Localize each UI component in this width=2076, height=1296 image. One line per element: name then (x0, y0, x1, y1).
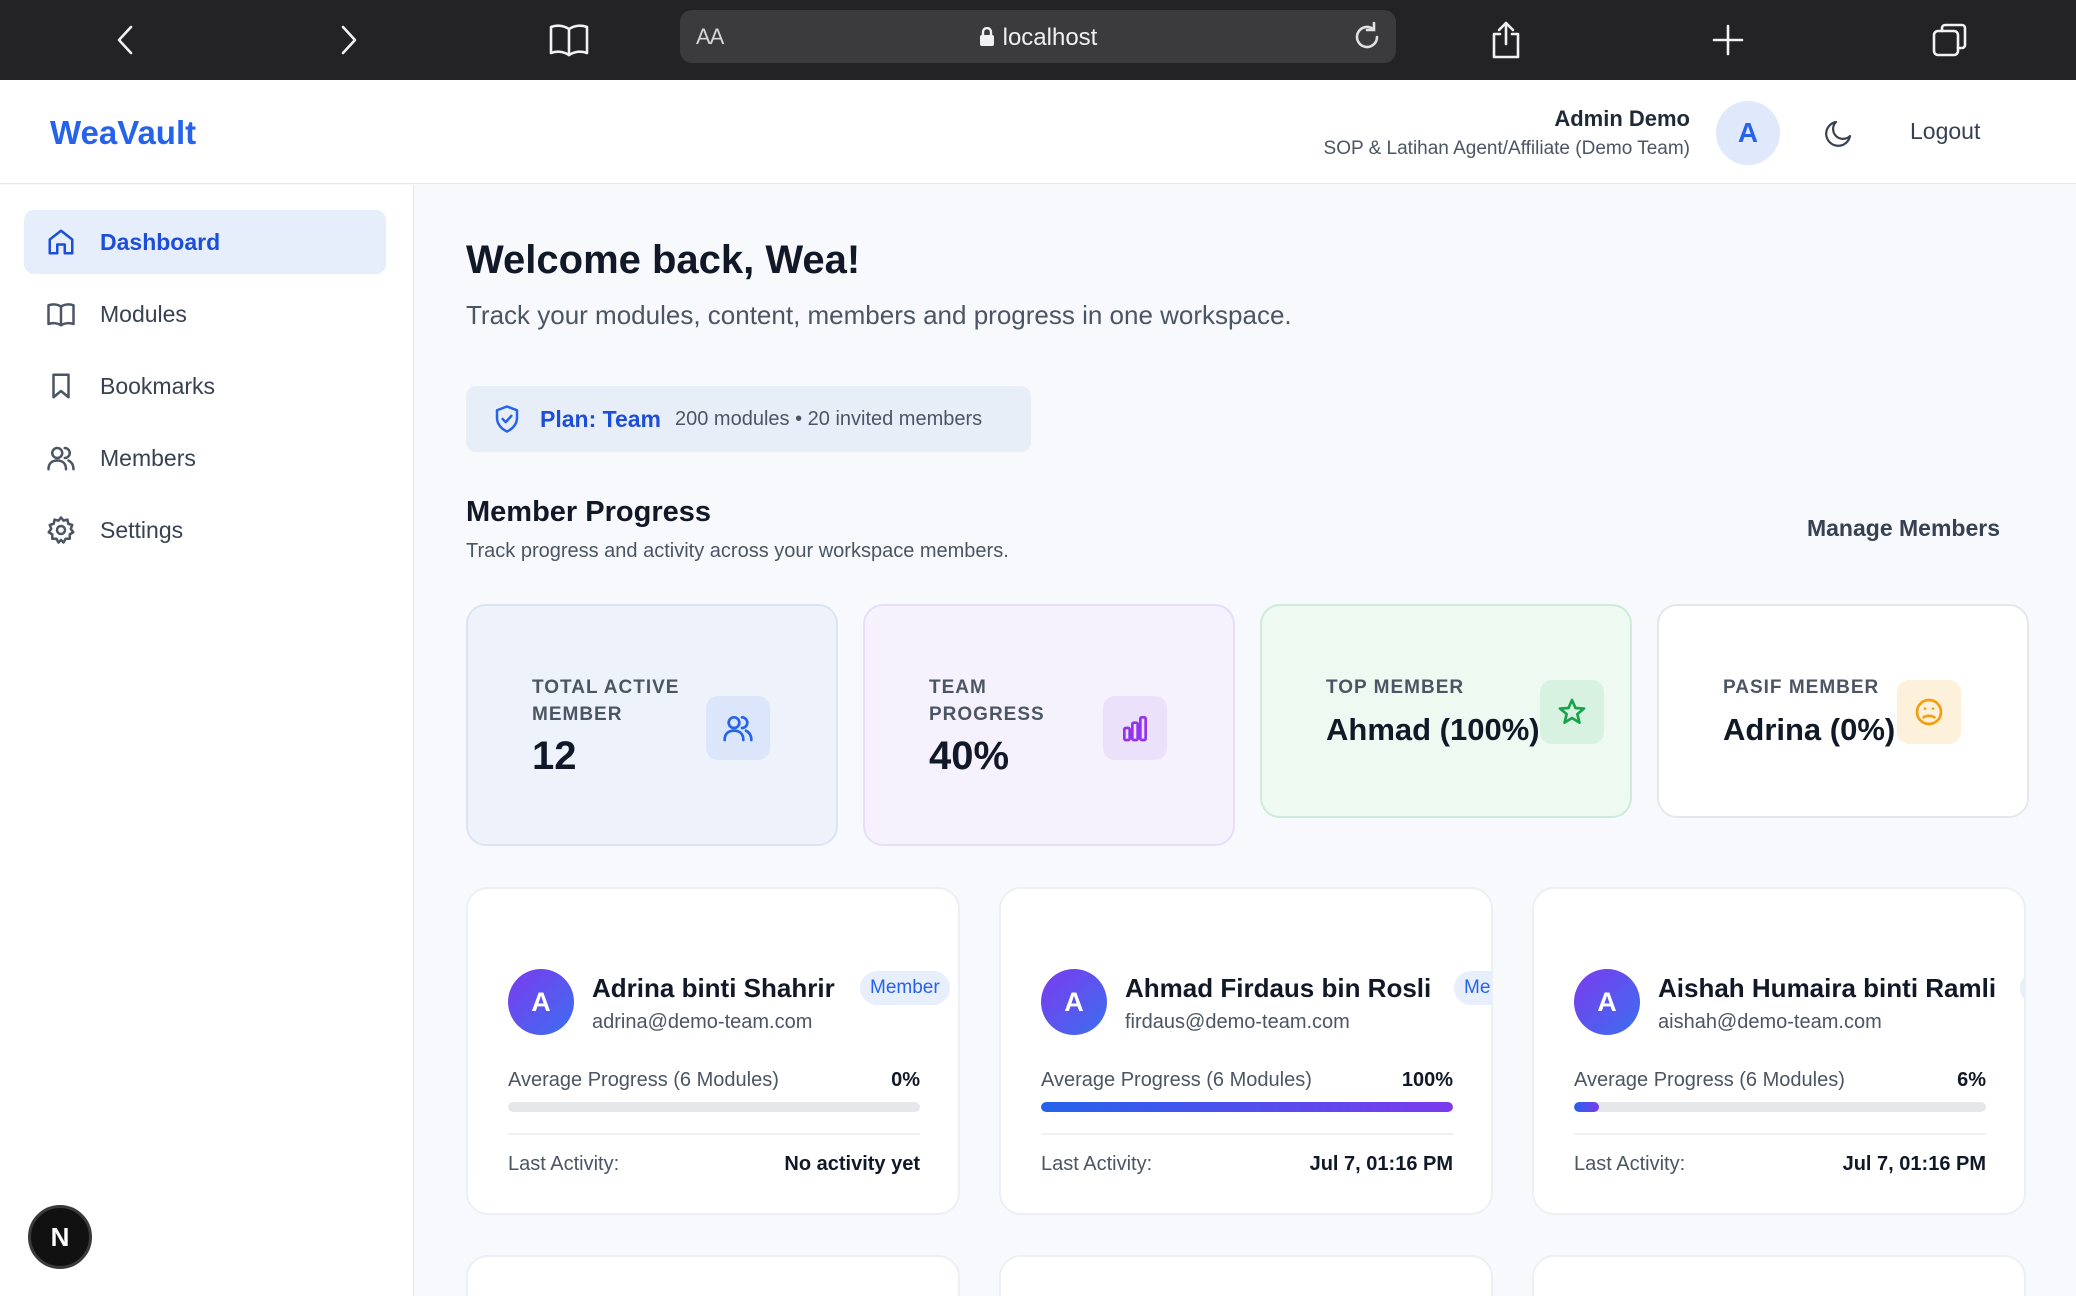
sidebar: Dashboard Modules Bookmarks Members Sett… (0, 185, 414, 1296)
stat-label: Top Member (1326, 677, 1465, 698)
stat-value: Ahmad (100%) (1326, 712, 1540, 747)
url-host-text: localhost (1002, 24, 1098, 51)
sidebar-item-modules[interactable]: Modules (24, 282, 386, 346)
member-email: adrina@demo-team.com (592, 1011, 813, 1033)
progress-value: 0% (891, 1069, 920, 1091)
tabs-overview-icon[interactable] (1928, 18, 1972, 62)
users-icon (47, 446, 75, 471)
progress-bar (1574, 1102, 1986, 1112)
share-icon[interactable] (1484, 18, 1528, 62)
bookmark-icon (52, 373, 70, 399)
sidebar-item-members[interactable]: Members (24, 426, 386, 490)
users-icon (706, 696, 770, 760)
sidebar-item-label: Modules (100, 300, 187, 327)
plan-badge: Plan: Team 200 modules • 20 invited memb… (466, 386, 1031, 452)
manage-members-button[interactable]: Manage Members (1780, 515, 2000, 542)
role-badge: Member (860, 971, 950, 1005)
plan-label: Plan: Team (540, 405, 661, 432)
divider (1041, 1133, 1453, 1135)
gear-icon (47, 516, 75, 544)
member-name: Aishah Humaira binti Ramli (1658, 973, 1997, 1003)
progress-bar (508, 1102, 920, 1112)
progress-fill (1574, 1102, 1599, 1112)
logout-button[interactable]: Logout (1910, 118, 2040, 145)
avatar: A (1041, 969, 1107, 1035)
browser-toolbar: AA localhost (0, 0, 2076, 80)
last-activity-label: Last Activity: (1041, 1153, 1153, 1175)
divider (1574, 1133, 1986, 1135)
divider (508, 1133, 920, 1135)
last-activity-value: No activity yet (784, 1153, 920, 1175)
progress-value: 6% (1957, 1069, 1986, 1091)
user-role: SOP & Latihan Agent/Affiliate (Demo Team… (1323, 138, 1690, 159)
bar-chart-icon (1103, 696, 1167, 760)
plan-description: 200 modules • 20 invited members (675, 407, 983, 430)
stat-card-team-progress: Team Progress 40% (863, 604, 1235, 846)
new-tab-plus-icon[interactable] (1706, 18, 1750, 62)
sidebar-item-label: Bookmarks (100, 372, 216, 399)
progress-label: Average Progress (6 Modules) (1574, 1069, 1845, 1091)
avatar: A (508, 969, 574, 1035)
lock-icon (979, 26, 995, 54)
dev-tools-n-button[interactable]: N (28, 1205, 92, 1269)
stat-label: Team Progress (929, 677, 1045, 725)
stat-card-pasif-member: Pasif Member Adrina (0%) (1657, 604, 2029, 818)
stat-label: Total Active Member (532, 677, 680, 725)
member-card[interactable] (466, 1255, 960, 1296)
member-card[interactable] (1532, 1255, 2026, 1296)
progress-label: Average Progress (6 Modules) (508, 1069, 779, 1091)
last-activity-value: Jul 7, 01:16 PM (1309, 1153, 1453, 1175)
sidebar-item-bookmarks[interactable]: Bookmarks (24, 354, 386, 418)
reload-icon[interactable] (1350, 20, 1384, 54)
url-host-container: localhost (680, 24, 1396, 54)
member-card[interactable] (999, 1255, 1493, 1296)
section-title: Member Progress (466, 496, 711, 528)
dark-mode-moon-icon[interactable] (1820, 114, 1858, 152)
last-activity-label: Last Activity: (1574, 1153, 1686, 1175)
role-badge: Member (2020, 971, 2024, 1005)
progress-fill (1041, 1102, 1453, 1112)
last-activity-value: Jul 7, 01:16 PM (1842, 1153, 1986, 1175)
sidebar-item-label: Members (100, 444, 196, 471)
reader-book-icon[interactable] (547, 18, 591, 62)
stat-label: Pasif Member (1723, 677, 1880, 698)
member-name: Ahmad Firdaus bin Rosli (1125, 973, 1432, 1003)
member-card[interactable]: A Adrina binti Shahrir adrina@demo-team.… (466, 887, 960, 1215)
book-icon (47, 303, 75, 327)
user-name: Admin Demo (1554, 106, 1690, 131)
shield-check-icon (495, 405, 519, 433)
sidebar-item-label: Dashboard (100, 228, 221, 255)
sidebar-item-settings[interactable]: Settings (24, 498, 386, 562)
section-subtitle: Track progress and activity across your … (466, 540, 1009, 562)
member-card[interactable]: A Ahmad Firdaus bin Rosli firdaus@demo-t… (999, 887, 1493, 1215)
stat-card-top-member: Top Member Ahmad (100%) (1260, 604, 1632, 818)
stat-card-total-active: Total Active Member 12 (466, 604, 838, 846)
member-email: firdaus@demo-team.com (1125, 1011, 1350, 1033)
star-icon (1540, 680, 1604, 744)
page-title: Welcome back, Wea! (466, 238, 861, 282)
progress-label: Average Progress (6 Modules) (1041, 1069, 1312, 1091)
progress-value: 100% (1401, 1069, 1453, 1091)
sidebar-item-dashboard[interactable]: Dashboard (24, 210, 386, 274)
last-activity-label: Last Activity: (508, 1153, 620, 1175)
stat-value: 12 (532, 734, 577, 778)
sidebar-item-label: Settings (100, 516, 184, 543)
progress-bar (1041, 1102, 1453, 1112)
back-icon[interactable] (104, 18, 148, 62)
home-icon (48, 229, 74, 255)
page-subtitle: Track your modules, content, members and… (466, 300, 1292, 330)
avatar[interactable]: A (1716, 101, 1780, 165)
member-name: Adrina binti Shahrir (592, 973, 835, 1003)
role-badge: Member (1454, 971, 1491, 1005)
avatar: A (1574, 969, 1640, 1035)
frown-icon (1897, 680, 1961, 744)
member-email: aishah@demo-team.com (1658, 1011, 1882, 1033)
member-card[interactable]: A Aishah Humaira binti Ramli aishah@demo… (1532, 887, 2026, 1215)
app-header: WeaVault Admin Demo SOP & Latihan Agent/… (0, 80, 2076, 184)
stat-value: 40% (929, 734, 1010, 778)
app-logo[interactable]: WeaVault (50, 114, 196, 152)
stat-value: Adrina (0%) (1723, 712, 1896, 747)
forward-icon[interactable] (326, 18, 370, 62)
address-bar[interactable]: AA localhost (680, 10, 1396, 63)
